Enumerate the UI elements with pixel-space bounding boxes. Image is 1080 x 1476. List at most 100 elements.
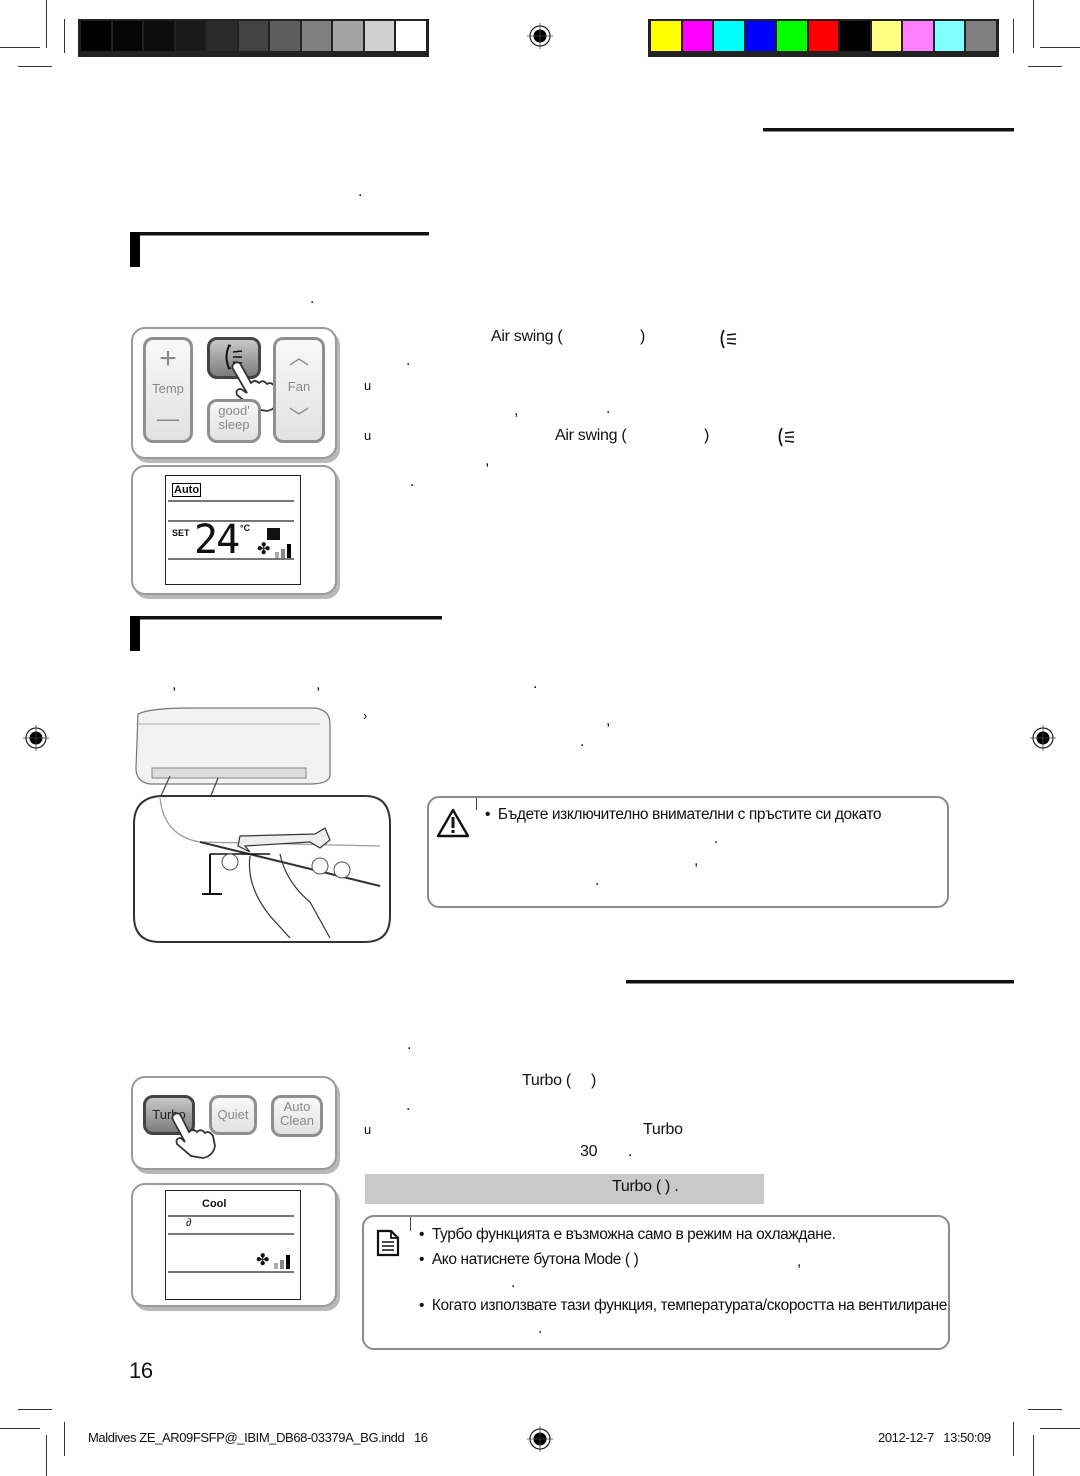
remote-display-panel: Auto SET 24 °C ✤ — [131, 465, 337, 595]
caution-text: Бъдете изключително внимателни с пръстит… — [497, 806, 882, 823]
process-color-swatch — [745, 21, 775, 51]
bullet-marker: u — [364, 1122, 371, 1137]
fan-icon: ✤ — [257, 541, 271, 558]
auto-clean-label: Auto — [283, 1099, 311, 1114]
lcd-divider — [168, 558, 294, 560]
temp-button[interactable]: + Temp — — [143, 337, 193, 443]
section-heading-marker — [130, 232, 140, 267]
note-item: • Когато използвате тази функция, темпер… — [419, 1297, 948, 1314]
crop-mark — [1028, 1409, 1062, 1410]
grayscale-swatch — [175, 21, 205, 51]
grayscale-swatch — [144, 21, 174, 51]
registration-mark-icon — [527, 1426, 553, 1452]
grayscale-swatch — [301, 21, 331, 51]
footer-timestamp: 2012-12-7 13:50:09 — [878, 1430, 991, 1445]
paren-close: ) — [591, 1072, 597, 1089]
section-heading-rule — [130, 232, 429, 236]
fan-down-icon: ﹀ — [289, 407, 309, 429]
process-color-swatch — [966, 21, 996, 51]
fan-button[interactable]: ︿ Fan ﹀ — [273, 337, 325, 443]
sentence-end: . — [580, 733, 585, 750]
remote-control-panel: Turbo Quiet Auto Clean — [131, 1076, 337, 1170]
quiet-button[interactable]: Quiet — [209, 1095, 257, 1135]
footer-file-name: Maldives ZE_AR09FSFP@_IBIM_DB68-03379A_B… — [88, 1430, 428, 1445]
crop-mark — [1033, 1435, 1034, 1476]
auto-clean-label-2: Clean — [280, 1113, 314, 1128]
sentence-end: . — [714, 830, 718, 847]
lcd-divider — [168, 1233, 294, 1235]
warning-icon — [436, 808, 470, 838]
paren-close: ) — [704, 427, 710, 444]
process-color-swatch — [808, 21, 838, 51]
registration-mark-icon — [1030, 725, 1056, 751]
process-color-swatch — [871, 21, 901, 51]
grayscale-swatch — [396, 21, 426, 51]
good-sleep-label-2: sleep — [218, 417, 250, 432]
note-box: • Турбо функцията е възможна само в режи… — [362, 1215, 950, 1350]
process-color-swatch — [934, 21, 964, 51]
grayscale-swatch — [207, 21, 237, 51]
crop-mark — [18, 1409, 52, 1410]
process-color-bar — [648, 19, 999, 57]
note-text: Когато използвате тази функция, температ… — [431, 1297, 948, 1314]
air-swing-icon — [720, 329, 737, 349]
grayscale-swatch — [364, 21, 394, 51]
note-icon — [376, 1229, 400, 1257]
caution-box: • Бъдете изключително внимателни с пръст… — [427, 796, 949, 908]
sentence-end: . — [406, 1097, 411, 1114]
crop-mark — [64, 19, 65, 53]
lcd-divider — [168, 500, 294, 502]
bullet-marker: u — [364, 378, 371, 393]
crop-mark — [64, 1422, 65, 1456]
section-heading-rule — [130, 616, 442, 620]
crop-mark — [1013, 1422, 1014, 1456]
crop-mark — [1033, 0, 1034, 48]
set-temperature: 24 — [194, 517, 240, 563]
fan-label: Fan — [287, 379, 311, 394]
remote-control-panel: + Temp — good' sleep ︿ Fan ﹀ — [131, 327, 337, 459]
crop-mark — [46, 1435, 47, 1476]
sentence-end: . — [511, 1274, 515, 1291]
air-conditioner-illustration — [133, 707, 391, 943]
air-swing-button-ref: Air swing ( — [491, 328, 563, 345]
lcd-divider — [168, 1271, 294, 1273]
turbo-button-ref: Turbo ( — [522, 1072, 571, 1089]
fan-icon: ✤ — [256, 1252, 270, 1269]
note-divider — [410, 1217, 411, 1231]
crop-mark — [1013, 19, 1014, 53]
process-color-swatch — [840, 21, 870, 51]
lcd-display: Cool ∂ ✤ — [165, 1190, 301, 1300]
quiet-label: Quiet — [217, 1107, 249, 1122]
temperature-unit: °C — [240, 523, 251, 533]
temp-label: Temp — [152, 381, 184, 396]
note-text: Турбо функцията е възможна само в режим … — [431, 1226, 836, 1243]
temp-up-icon: + — [159, 342, 177, 375]
step-marker: › — [363, 708, 368, 723]
mode-indicator: Auto — [172, 483, 202, 497]
good-sleep-label: good' — [218, 403, 250, 418]
crop-mark — [46, 0, 47, 48]
grayscale-swatch — [81, 21, 111, 51]
chapter-header-rule — [763, 128, 1014, 132]
good-sleep-button[interactable]: good' sleep — [207, 399, 261, 443]
set-label: SET — [172, 528, 190, 538]
remote-display-panel: Cool ∂ ✤ — [131, 1183, 337, 1307]
grayscale-swatch — [238, 21, 268, 51]
fan-speed-bars — [274, 1255, 292, 1269]
process-color-swatch — [682, 21, 712, 51]
process-color-swatch — [903, 21, 933, 51]
registration-mark-icon — [527, 23, 553, 49]
turbo-ref: Turbo — [643, 1121, 683, 1138]
section-heading-marker — [130, 616, 140, 651]
air-swing-button-ref: Air swing ( — [555, 427, 627, 444]
crop-mark — [1028, 66, 1062, 67]
auto-clean-button[interactable]: Auto Clean — [271, 1095, 323, 1137]
sentence-end: . — [538, 1320, 542, 1337]
lcd-display: Auto SET 24 °C ✤ — [165, 475, 301, 585]
sentence-end: . — [533, 675, 538, 692]
comma: , — [316, 676, 321, 693]
process-color-swatch — [651, 21, 681, 51]
page-number: 16 — [129, 1358, 153, 1383]
crop-mark — [0, 1428, 40, 1429]
grayscale-swatch — [333, 21, 363, 51]
